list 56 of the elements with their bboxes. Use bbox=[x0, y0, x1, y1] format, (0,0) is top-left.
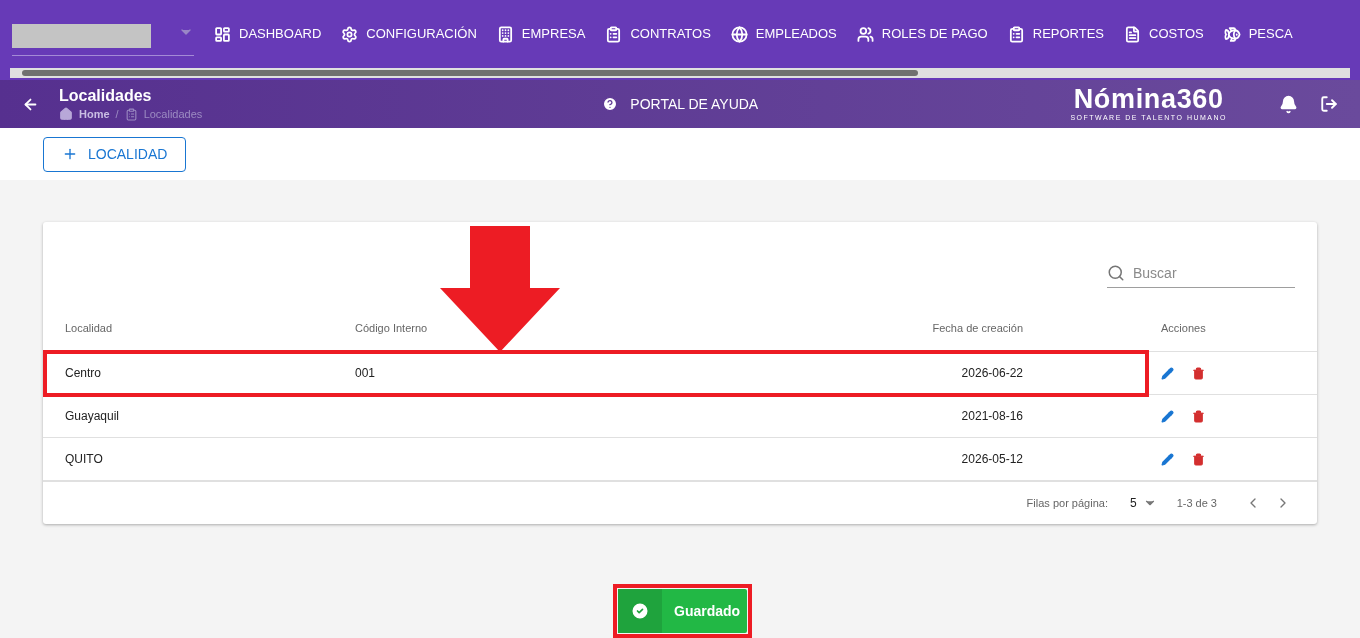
table-cell-text: Guayaquil bbox=[65, 408, 121, 425]
column-header: Localidad bbox=[65, 321, 114, 337]
page-title: Localidades bbox=[59, 85, 153, 106]
delete-icon[interactable] bbox=[1192, 409, 1205, 423]
nav-item[interactable]: EMPRESA bbox=[496, 24, 586, 44]
page-range: 1-3 de 3 bbox=[1176, 495, 1217, 511]
rows-per-page-label: Filas por página: bbox=[1026, 495, 1108, 511]
dashboard-icon bbox=[214, 25, 231, 43]
delete-icon[interactable] bbox=[1192, 366, 1205, 380]
search-field[interactable]: Buscar bbox=[1107, 258, 1295, 288]
breadcrumb-separator: / bbox=[115, 106, 119, 122]
help-icon bbox=[602, 96, 619, 112]
clipboard-icon bbox=[124, 107, 138, 121]
breadcrumb-link[interactable]: Home bbox=[79, 105, 110, 123]
nav-item[interactable]: EMPLEADOS bbox=[730, 24, 837, 44]
rows-per-page-select[interactable]: 5 bbox=[1129, 494, 1157, 512]
document-icon bbox=[1124, 25, 1142, 43]
clipboard-icon bbox=[1007, 25, 1025, 43]
check-icon bbox=[630, 601, 650, 621]
column-header: Fecha de creación bbox=[931, 321, 1023, 337]
clipboard-icon bbox=[605, 25, 623, 43]
table-cell-text: Centro bbox=[65, 365, 103, 382]
table-cell-text: QUITO bbox=[65, 451, 104, 468]
help-link[interactable]: PORTAL DE AYUDA bbox=[630, 93, 759, 115]
bell-icon[interactable] bbox=[1279, 94, 1298, 114]
nav-item[interactable]: CONFIGURACIÓN bbox=[341, 24, 477, 44]
logout-icon[interactable] bbox=[1320, 95, 1338, 113]
edit-icon[interactable] bbox=[1161, 409, 1174, 423]
company-select[interactable] bbox=[12, 24, 194, 56]
toast-text: Guardado bbox=[674, 601, 741, 621]
column-header: Acciones bbox=[1160, 321, 1207, 337]
breadcrumb-current: Localidades bbox=[143, 106, 203, 122]
home-icon bbox=[59, 107, 73, 121]
nav-item[interactable]: CONTRATOS bbox=[605, 24, 711, 44]
table-cell-text: 001 bbox=[355, 365, 377, 382]
delete-icon[interactable] bbox=[1192, 452, 1205, 466]
logo-text: Nómina360 bbox=[1073, 84, 1224, 113]
column-header: Código Interno bbox=[355, 321, 429, 337]
table-cell-text: 2026-05-12 bbox=[960, 451, 1023, 468]
table-cell-text: 2026-06-22 bbox=[960, 365, 1023, 382]
nav-item[interactable]: REPORTES bbox=[1007, 24, 1105, 44]
table-cell-text: 2021-08-16 bbox=[960, 408, 1023, 425]
nav-item[interactable]: COSTOS bbox=[1124, 24, 1204, 44]
building-icon bbox=[496, 25, 514, 43]
users-icon bbox=[856, 25, 874, 43]
globe-icon bbox=[730, 25, 748, 43]
add-location-button[interactable]: LOCALIDAD bbox=[43, 136, 187, 172]
nav-item[interactable]: ROLES DE PAGO bbox=[856, 24, 988, 44]
nav-item[interactable]: PESCA bbox=[1223, 24, 1293, 44]
edit-icon[interactable] bbox=[1161, 366, 1174, 380]
settings-icon bbox=[341, 25, 359, 43]
search-icon bbox=[1107, 264, 1125, 282]
fish-icon bbox=[1223, 25, 1241, 43]
edit-icon[interactable] bbox=[1161, 452, 1174, 466]
nav-item[interactable]: DASHBOARD bbox=[214, 24, 322, 44]
plus-icon bbox=[62, 146, 78, 162]
